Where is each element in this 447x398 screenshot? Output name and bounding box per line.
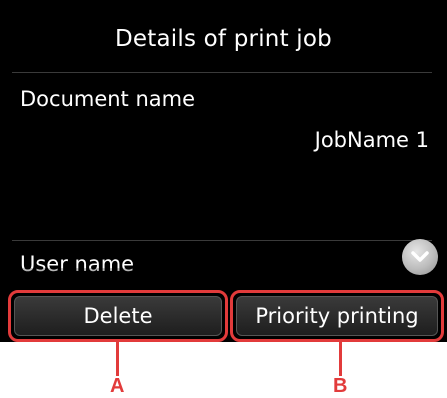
printer-panel-screen: Details of print job Document name JobNa… [0,0,447,342]
callout-line-b [339,342,342,376]
delete-button[interactable]: Delete [14,296,222,336]
callout-label-a: A [110,375,125,397]
title-divider [12,72,432,73]
page-title: Details of print job [115,26,332,52]
priority-printing-button-highlight: Priority printing [230,290,444,342]
document-name-label: Document name [20,87,196,111]
delete-button-highlight: Delete [8,290,228,342]
callout-label-b: B [333,375,348,397]
callout-line-a [116,342,119,376]
priority-printing-button[interactable]: Priority printing [236,296,438,336]
scroll-fade [0,268,447,290]
document-name-value: JobName 1 [314,128,429,152]
section-divider [12,240,432,241]
scroll-down-button[interactable] [402,239,438,275]
chevron-down-icon [411,251,429,262]
